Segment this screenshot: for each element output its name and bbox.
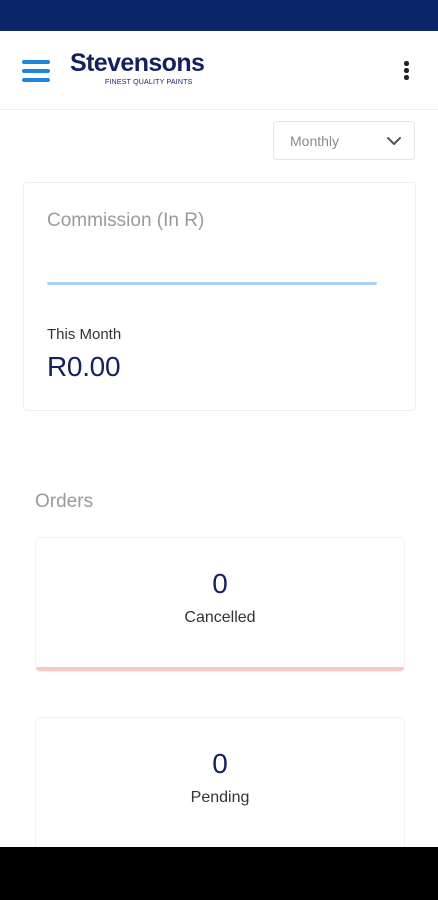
chevron-down-icon xyxy=(387,137,401,145)
period-dropdown-value: Monthly xyxy=(290,133,340,149)
app-bar: Stevensons FINEST QUALITY PAINTS xyxy=(0,31,438,110)
pending-orders-card[interactable]: 0 Pending xyxy=(35,717,405,847)
cancelled-orders-card[interactable]: 0 Cancelled xyxy=(35,537,405,672)
cancelled-orders-count: 0 xyxy=(212,568,228,599)
brand-name: Stevensons xyxy=(70,49,205,77)
commission-value: R0.00 xyxy=(47,351,121,382)
period-dropdown[interactable]: Monthly xyxy=(273,121,415,160)
status-bar xyxy=(0,0,438,31)
commission-divider xyxy=(47,282,377,285)
more-vertical-icon[interactable] xyxy=(396,59,416,83)
dashboard-content[interactable]: Monthly Commission (In R) This Month R0.… xyxy=(0,110,438,847)
cancelled-orders-label: Cancelled xyxy=(184,609,256,626)
brand-tagline: FINEST QUALITY PAINTS xyxy=(105,79,193,86)
pending-orders-label: Pending xyxy=(190,789,250,806)
system-navigation-bar xyxy=(0,847,438,900)
commission-card: Commission (In R) This Month R0.00 xyxy=(23,182,416,411)
pending-orders-count: 0 xyxy=(212,748,228,779)
this-month-label: This Month xyxy=(47,326,122,343)
orders-heading: Orders xyxy=(35,491,94,512)
brand-logo: Stevensons FINEST QUALITY PAINTS xyxy=(70,49,235,86)
commission-title: Commission (In R) xyxy=(47,210,205,231)
cancelled-accent-bar xyxy=(36,667,404,671)
hamburger-menu-icon[interactable] xyxy=(22,60,50,82)
